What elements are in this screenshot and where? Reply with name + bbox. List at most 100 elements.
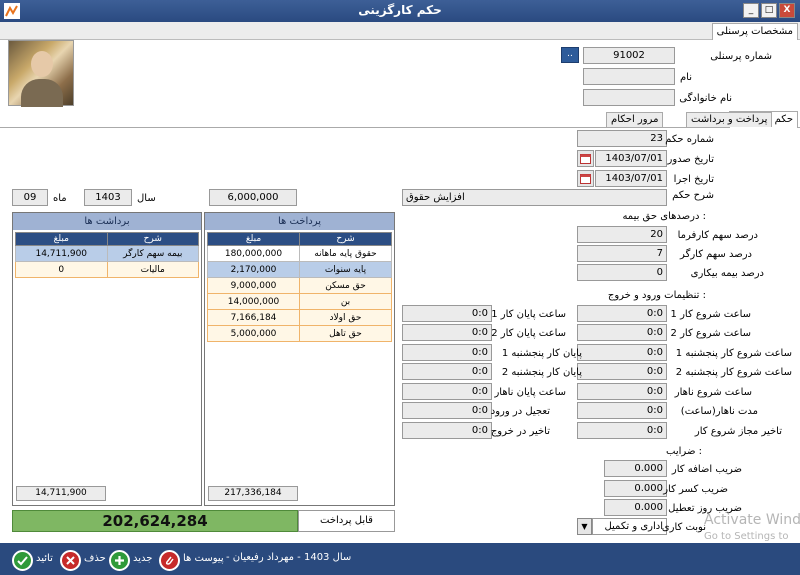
lunch-duration-field[interactable]: 0:0	[577, 402, 667, 419]
lunch-start-field[interactable]: 0:0	[577, 383, 667, 400]
payments-title: پرداخت ها	[205, 213, 394, 230]
employer-share-label: درصد سهم کارفرما	[677, 230, 758, 241]
table-row[interactable]: 180,000,000 حقوق پایه ماهانه	[207, 245, 392, 262]
start-time-1-label: ساعت شروع کار 1	[670, 309, 751, 320]
deductions-title: برداشت ها	[13, 213, 201, 230]
delete-button[interactable]: حذف	[60, 547, 106, 571]
new-label: جدید	[133, 553, 153, 564]
end-time-1-field[interactable]: 0:0	[402, 305, 492, 322]
month-label: ماه	[53, 193, 67, 204]
window-title: حکم کارگزینی	[358, 3, 442, 17]
confirm-button[interactable]: تائید	[12, 547, 56, 571]
cell-desc: بن	[299, 293, 392, 310]
thursday-start-1-field[interactable]: 0:0	[577, 344, 667, 361]
start-time-2-label: ساعت شروع کار 2	[670, 328, 751, 339]
overtime-coef-label: ضریب اضافه کار	[671, 464, 742, 475]
start-time-1-field[interactable]: 0:0	[577, 305, 667, 322]
payments-total: 217,336,184	[208, 486, 298, 501]
payments-col-desc[interactable]: شرح	[299, 232, 392, 246]
delete-icon	[60, 550, 81, 571]
calendar-icon	[580, 174, 591, 184]
payments-col-amount[interactable]: مبلغ	[207, 232, 300, 246]
lunch-start-label: ساعت شروع ناهار	[674, 387, 752, 398]
shift-dropdown-arrow[interactable]: ▼	[577, 518, 592, 535]
issue-date-field[interactable]: 1403/07/01	[595, 150, 667, 167]
shift-select[interactable]: اداری و تکمیل	[592, 518, 667, 535]
lunch-end-field[interactable]: 0:0	[402, 383, 492, 400]
exec-date-field[interactable]: 1403/07/01	[595, 170, 667, 187]
worker-share-field[interactable]: 7	[577, 245, 667, 262]
late-exit-label: تاخیر در خروج	[490, 426, 550, 437]
bottom-toolbar: تائید حذف جدید پیوست ها - سال 1403 - مهر…	[0, 543, 800, 575]
deficit-coef-field[interactable]: 0.000	[604, 480, 667, 497]
name-label: نام	[679, 72, 692, 83]
early-entry-label: تعجیل در ورود	[490, 406, 550, 417]
deductions-grid: مبلغ شرح 14,711,900 بیمه سهم کارگر 0 مالیا…	[15, 232, 199, 278]
end-time-1-label: ساعت پایان کار 1	[491, 309, 566, 320]
shift-label: نوبت کاری	[661, 522, 706, 533]
tab-personnel-info[interactable]: مشخصات پرسنلی	[711, 23, 798, 40]
employer-share-field[interactable]: 20	[577, 226, 667, 243]
overtime-coef-field[interactable]: 0.000	[604, 460, 667, 477]
cell-desc: حق مسکن	[299, 277, 392, 294]
check-icon	[12, 550, 33, 571]
cell-desc: مالیات	[106, 261, 199, 278]
thursday-start-1-label: ساعت شروع کار پنجشنبه 1	[675, 348, 792, 359]
amount-field[interactable]: 6,000,000	[209, 189, 297, 206]
thursday-start-2-field[interactable]: 0:0	[577, 363, 667, 380]
late-exit-field[interactable]: 0:0	[402, 422, 492, 439]
end-time-2-field[interactable]: 0:0	[402, 324, 492, 341]
close-button[interactable]: X	[779, 3, 795, 18]
name-field[interactable]	[583, 68, 675, 85]
start-time-2-field[interactable]: 0:0	[577, 324, 667, 341]
decree-description-label: شرح حکم	[672, 190, 714, 201]
new-button[interactable]: جدید	[109, 547, 155, 571]
table-row[interactable]: 14,711,900 بیمه سهم کارگر	[15, 245, 199, 262]
deductions-total: 14,711,900	[16, 486, 106, 501]
thursday-end-1-field[interactable]: 0:0	[402, 344, 492, 361]
cell-desc: بیمه سهم کارگر	[106, 245, 199, 262]
attachments-button[interactable]: پیوست ها	[159, 547, 224, 571]
year-field[interactable]: 1403	[84, 189, 132, 206]
exec-date-picker[interactable]	[577, 170, 594, 187]
table-row[interactable]: 5,000,000 حق تاهل	[207, 325, 392, 342]
attachments-label: پیوست ها	[183, 553, 224, 564]
activation-watermark-subtitle: Go to Settings to	[704, 531, 789, 542]
paperclip-icon	[159, 550, 180, 571]
table-row[interactable]: 2,170,000 پایه سنوات	[207, 261, 392, 278]
table-row[interactable]: 14,000,000 بن	[207, 293, 392, 310]
confirm-label: تائید	[36, 553, 53, 564]
cell-desc: پایه سنوات	[299, 261, 392, 278]
deductions-col-amount[interactable]: مبلغ	[15, 232, 108, 246]
decree-description-field[interactable]: افزایش حقوق	[402, 189, 667, 206]
net-payable-value: 202,624,284	[12, 510, 298, 532]
unemployment-field[interactable]: 0	[577, 264, 667, 281]
table-row[interactable]: 9,000,000 حق مسکن	[207, 277, 392, 294]
browse-personnel-button[interactable]: ..	[561, 47, 579, 63]
delete-label: حذف	[84, 553, 106, 564]
plus-icon	[109, 550, 130, 571]
decree-number-label: شماره حکم	[665, 134, 714, 145]
minimize-button[interactable]: _	[743, 3, 759, 18]
exec-date-label: تاریخ اجرا	[673, 174, 714, 185]
allowed-delay-field[interactable]: 0:0	[577, 422, 667, 439]
unemployment-label: درصد بیمه بیکاری	[690, 268, 764, 279]
family-field[interactable]	[583, 89, 675, 106]
allowed-delay-label: تاخیر مجاز شروع کار	[694, 426, 782, 437]
payments-grid: مبلغ شرح 180,000,000 حقوق پایه ماهانه 2,1…	[207, 232, 392, 342]
holiday-coef-field[interactable]: 0.000	[604, 499, 667, 516]
tab-browse-decrees[interactable]: مرور احکام	[606, 112, 664, 127]
table-row[interactable]: 0 مالیات	[15, 261, 199, 278]
cell-amount: 0	[15, 261, 108, 278]
deductions-col-desc[interactable]: شرح	[106, 232, 199, 246]
restore-button[interactable]: □	[761, 3, 777, 18]
personnel-code-field[interactable]: 91002	[583, 47, 675, 64]
early-entry-field[interactable]: 0:0	[402, 402, 492, 419]
thursday-end-2-field[interactable]: 0:0	[402, 363, 492, 380]
month-field[interactable]: 09	[12, 189, 48, 206]
table-row[interactable]: 7,166,184 حق اولاد	[207, 309, 392, 326]
cell-amount: 5,000,000	[207, 325, 300, 342]
issue-date-picker[interactable]	[577, 150, 594, 167]
decree-number-field[interactable]: 23	[577, 130, 667, 147]
tab-payments-deductions[interactable]: پرداخت و برداشت	[686, 112, 773, 127]
